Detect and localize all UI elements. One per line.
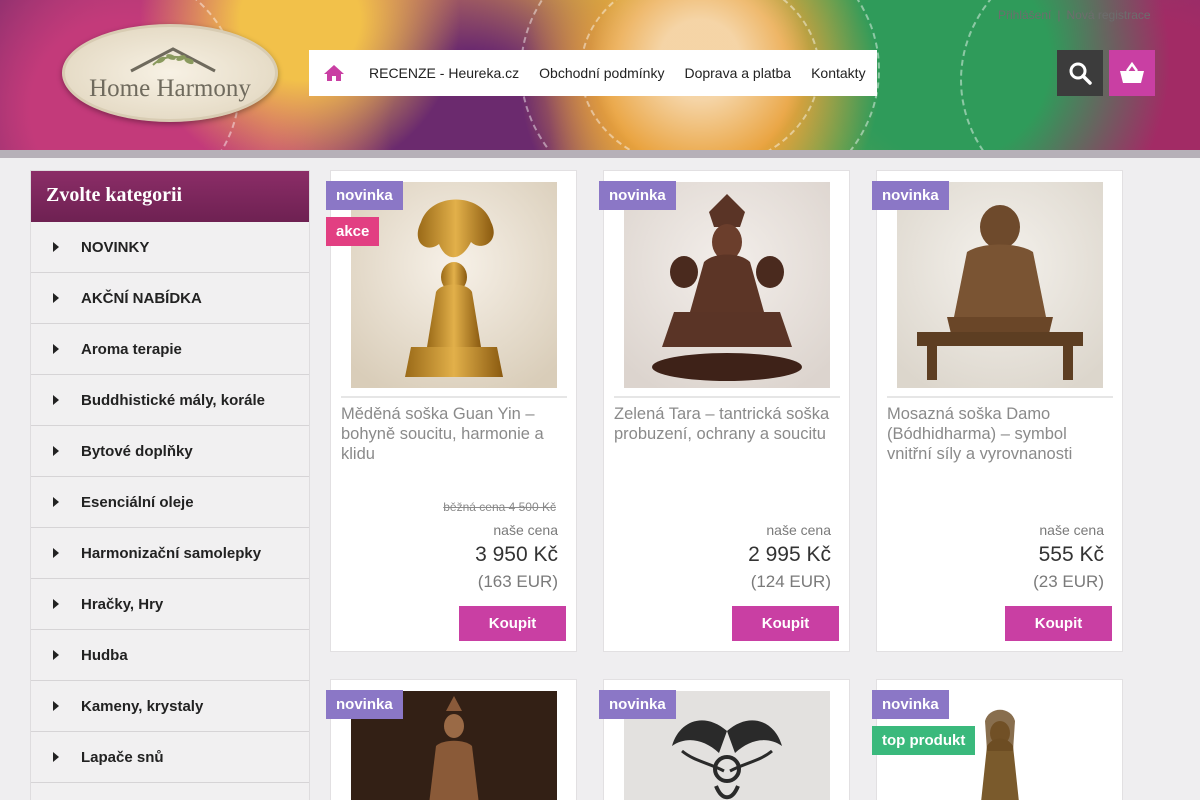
caret-right-icon xyxy=(53,395,59,405)
product-card: novinka Zelená Tara – tantrická soška pr… xyxy=(599,170,850,652)
logo[interactable]: Home Harmony xyxy=(62,24,278,122)
search-icon xyxy=(1069,62,1092,85)
category-label: Hudba xyxy=(81,646,128,664)
caret-right-icon xyxy=(53,293,59,303)
product-card: novinka xyxy=(599,679,850,800)
nav-item-terms[interactable]: Obchodní podmínky xyxy=(529,65,674,81)
buy-button[interactable]: Koupit xyxy=(459,606,566,641)
cart-button[interactable] xyxy=(1109,50,1155,96)
price-label: naše cena xyxy=(766,522,831,538)
main-nav: RECENZE - Heureka.cz Obchodní podmínky D… xyxy=(309,50,877,96)
header-divider xyxy=(0,150,1200,158)
divider xyxy=(887,396,1113,398)
house-leaf-icon xyxy=(130,47,216,73)
category-item[interactable] xyxy=(31,783,309,800)
caret-right-icon xyxy=(53,701,59,711)
badge-new: novinka xyxy=(599,181,676,210)
product-price: 2 995 Kč xyxy=(748,543,831,566)
category-item[interactable]: Buddhistické mály, korále xyxy=(31,375,309,426)
basket-icon xyxy=(1120,62,1144,83)
price-eur: (124 EUR) xyxy=(750,572,831,591)
caret-right-icon xyxy=(53,650,59,660)
divider xyxy=(341,396,567,398)
separator: | xyxy=(1057,8,1061,22)
header-banner: Home Harmony Přihlášení | Nová registrace … xyxy=(0,0,1200,150)
product-image[interactable] xyxy=(351,182,557,388)
logo-text: Home Harmony xyxy=(89,75,251,102)
category-label: AKČNÍ NABÍDKA xyxy=(81,289,202,307)
search-button[interactable] xyxy=(1057,50,1103,96)
category-item[interactable]: Lapače snů xyxy=(31,732,309,783)
product-name[interactable]: Mosazná soška Damo (Bódhidharma) – symbo… xyxy=(887,404,1113,464)
price-label: naše cena xyxy=(493,522,558,538)
login-link[interactable]: Přihlášení xyxy=(998,8,1051,22)
product-card: novinka xyxy=(326,679,577,800)
product-name[interactable]: Měděná soška Guan Yin – bohyně soucitu, … xyxy=(341,404,567,464)
product-card: novinka Mosazná soška Damo (Bódhidharma)… xyxy=(872,170,1123,652)
category-label: Hračky, Hry xyxy=(81,595,164,613)
badge-sale: akce xyxy=(326,217,380,246)
caret-right-icon xyxy=(53,242,59,252)
sidebar-title: Zvolte kategorii xyxy=(31,171,309,222)
product-price: 3 950 Kč xyxy=(475,543,558,566)
buy-button[interactable]: Koupit xyxy=(732,606,839,641)
caret-right-icon xyxy=(53,497,59,507)
caret-right-icon xyxy=(53,599,59,609)
caret-right-icon xyxy=(53,752,59,762)
badge-new: novinka xyxy=(872,181,949,210)
product-card: novinka akce Měděná soška Guan Yin – boh… xyxy=(326,170,577,652)
category-label: Harmonizační samolepky xyxy=(81,544,262,562)
category-label: Aroma terapie xyxy=(81,340,182,358)
badge-top-product: top produkt xyxy=(872,726,976,755)
nav-item-reviews[interactable]: RECENZE - Heureka.cz xyxy=(359,65,529,81)
category-label: Lapače snů xyxy=(81,748,164,766)
category-item[interactable]: Bytové doplňky xyxy=(31,426,309,477)
nav-item-shipping[interactable]: Doprava a platba xyxy=(674,65,801,81)
badge-new: novinka xyxy=(326,181,403,210)
category-label: Kameny, krystaly xyxy=(81,697,204,715)
buy-button[interactable]: Koupit xyxy=(1005,606,1112,641)
product-image[interactable] xyxy=(624,182,830,388)
category-label: Esenciální oleje xyxy=(81,493,194,511)
category-item[interactable]: Esenciální oleje xyxy=(31,477,309,528)
badge-new: novinka xyxy=(599,690,676,719)
category-label: Buddhistické mály, korále xyxy=(81,391,265,409)
category-sidebar: Zvolte kategorii NOVINKY AKČNÍ NABÍDKA A… xyxy=(30,170,310,800)
category-item[interactable]: Hračky, Hry xyxy=(31,579,309,630)
nav-item-contacts[interactable]: Kontakty xyxy=(801,65,875,81)
category-item[interactable]: Aroma terapie xyxy=(31,324,309,375)
caret-right-icon xyxy=(53,344,59,354)
product-image[interactable] xyxy=(897,182,1103,388)
product-card: novinka top produkt xyxy=(872,679,1123,800)
divider xyxy=(614,396,840,398)
category-item[interactable]: Hudba xyxy=(31,630,309,681)
category-label: NOVINKY xyxy=(81,238,150,256)
product-name[interactable]: Zelená Tara – tantrická soška probuzení,… xyxy=(614,404,840,444)
home-button[interactable] xyxy=(309,50,359,96)
category-item[interactable]: Harmonizační samolepky xyxy=(31,528,309,579)
category-label: Bytové doplňky xyxy=(81,442,193,460)
category-item[interactable]: NOVINKY xyxy=(31,222,309,273)
product-price: 555 Kč xyxy=(1038,543,1104,566)
home-icon xyxy=(324,65,344,81)
price-eur: (23 EUR) xyxy=(1033,572,1104,591)
price-eur: (163 EUR) xyxy=(477,572,558,591)
caret-right-icon xyxy=(53,548,59,558)
badge-new: novinka xyxy=(326,690,403,719)
regular-price: běžná cena 4 500 Kč xyxy=(443,500,556,514)
category-item[interactable]: AKČNÍ NABÍDKA xyxy=(31,273,309,324)
register-link[interactable]: Nová registrace xyxy=(1067,8,1151,22)
category-item[interactable]: Kameny, krystaly xyxy=(31,681,309,732)
account-links: Přihlášení | Nová registrace xyxy=(998,8,1151,22)
badge-new: novinka xyxy=(872,690,949,719)
caret-right-icon xyxy=(53,446,59,456)
price-label: naše cena xyxy=(1039,522,1104,538)
